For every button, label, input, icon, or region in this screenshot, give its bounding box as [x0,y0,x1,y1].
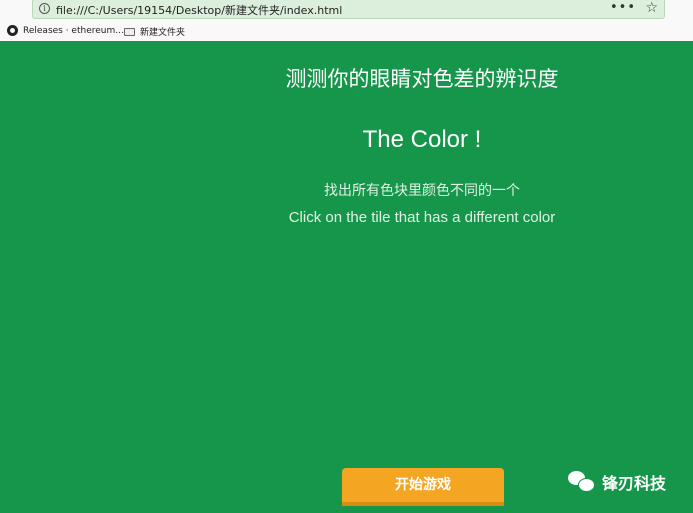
page-title-cn: 测测你的眼睛对色差的辨识度 [285,67,559,91]
instruction-cn: 找出所有色块里颜色不同的一个 [324,183,520,199]
game-page: 测测你的眼睛对色差的辨识度 The Color ! 找出所有色块里颜色不同的一个… [0,41,693,513]
address-bar[interactable]: i file:///C:/Users/19154/Desktop/新建文件夹/i… [32,0,665,19]
url-text[interactable]: file:///C:/Users/19154/Desktop/新建文件夹/ind… [56,2,342,18]
wechat-icon [568,471,595,493]
browser-toolbar: i file:///C:/Users/19154/Desktop/新建文件夹/i… [0,0,693,41]
bookmark-releases[interactable]: Releases · ethereum... [7,25,124,36]
watermark-text: 锋刃科技 [602,474,667,493]
instruction-en: Click on the tile that has a different c… [288,209,556,226]
more-actions-icon[interactable]: ••• [610,0,636,15]
start-game-button[interactable]: 开始游戏 [342,468,504,506]
bookmarks-bar: Releases · ethereum... 新建文件夹 [0,22,693,41]
page-title-en: The Color ! [362,126,482,153]
bookmark-label: 新建文件夹 [140,28,186,38]
bookmark-folder[interactable]: 新建文件夹 [124,25,185,38]
bookmark-label: Releases · ethereum... [23,25,124,36]
watermark: 锋刃科技 [568,470,666,494]
info-icon[interactable]: i [39,3,50,14]
github-icon [7,25,18,36]
bookmark-star-icon[interactable]: ☆ [645,0,658,16]
folder-icon [124,27,135,36]
